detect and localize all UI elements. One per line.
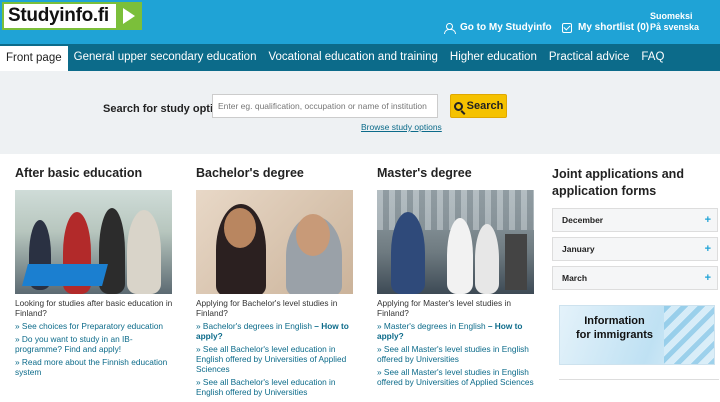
students-photo bbox=[15, 190, 172, 294]
nav-front-page[interactable]: Front page bbox=[0, 44, 68, 71]
link-bachelors-uas[interactable]: » See all Bachelor's level education in … bbox=[196, 344, 356, 374]
my-shortlist-link[interactable]: My shortlist (0) bbox=[562, 22, 649, 33]
link-bachelors-english[interactable]: » Bachelor's degrees in English bbox=[196, 321, 312, 331]
search-section: Search for study options Search Browse s… bbox=[0, 71, 720, 154]
accordion-label: January bbox=[562, 244, 595, 254]
lab-photo bbox=[377, 190, 534, 294]
bachelor-degrees-line: » Bachelor's degrees in English – How to… bbox=[196, 321, 356, 341]
site-header: Studyinfo.fi Go to My Studyinfo My short… bbox=[0, 0, 720, 44]
column-masters: Master's degree Applying for Master's le… bbox=[377, 154, 537, 387]
banner-line-1: Information bbox=[584, 315, 645, 327]
nav-higher-education[interactable]: Higher education bbox=[444, 44, 543, 71]
person-icon bbox=[444, 22, 456, 34]
my-shortlist-label: My shortlist (0) bbox=[578, 22, 650, 33]
accordion-january[interactable]: January + bbox=[552, 237, 718, 261]
lang-svenska-link[interactable]: På svenska bbox=[650, 22, 699, 32]
link-finnish-education-system[interactable]: » Read more about the Finnish education … bbox=[15, 357, 175, 377]
applications-title: Joint applications and application forms bbox=[552, 167, 684, 198]
search-icon bbox=[453, 101, 463, 111]
lang-suomeksi-link[interactable]: Suomeksi bbox=[650, 11, 693, 21]
studyinfo-logo[interactable]: Studyinfo.fi bbox=[2, 2, 142, 30]
plus-icon: + bbox=[704, 214, 711, 226]
banner-text: Information for immigrants bbox=[572, 314, 657, 342]
column-intro: Applying for Master's level studies in F… bbox=[377, 298, 511, 318]
my-studyinfo-link[interactable]: Go to My Studyinfo bbox=[444, 22, 552, 34]
column-title: Bachelor's degree bbox=[196, 166, 304, 180]
column-after-basic: After basic education Looking for studie… bbox=[15, 154, 175, 377]
link-ib-programme[interactable]: » Do you want to study in an IB-programm… bbox=[15, 334, 175, 354]
accordion-december[interactable]: December + bbox=[552, 208, 718, 232]
my-studyinfo-label: Go to My Studyinfo bbox=[460, 22, 552, 33]
main-nav: Front page General upper secondary educa… bbox=[0, 44, 720, 71]
banner-decoration bbox=[664, 306, 714, 364]
browse-study-options-link[interactable]: Browse study options bbox=[361, 122, 442, 132]
search-button[interactable]: Search bbox=[450, 94, 507, 118]
link-preparatory-education[interactable]: » See choices for Preparatory education bbox=[15, 321, 175, 331]
nav-vocational[interactable]: Vocational education and training bbox=[262, 44, 443, 71]
logo-text: Studyinfo.fi bbox=[8, 5, 109, 26]
nav-practical-advice[interactable]: Practical advice bbox=[543, 44, 636, 71]
column-title: After basic education bbox=[15, 166, 143, 180]
column-intro: Applying for Bachelor's level studies in… bbox=[196, 298, 338, 318]
accordion-march[interactable]: March + bbox=[552, 266, 718, 290]
accordion-label: March bbox=[562, 273, 588, 283]
link-masters-universities[interactable]: » See all Master's level studies in Engl… bbox=[377, 344, 537, 364]
check-icon bbox=[562, 22, 572, 33]
plus-icon: + bbox=[704, 243, 711, 255]
logo-arrow-icon bbox=[116, 4, 140, 28]
master-degrees-line: » Master's degrees in English – How to a… bbox=[377, 321, 537, 341]
link-masters-uas[interactable]: » See all Master's level studies in Engl… bbox=[377, 367, 537, 387]
banner-line-2: for immigrants bbox=[575, 329, 653, 341]
bachelor-students-photo bbox=[196, 190, 353, 294]
joint-applications-panel: Joint applications and application forms… bbox=[552, 154, 720, 380]
column-title: Master's degree bbox=[377, 166, 472, 180]
column-intro: Looking for studies after basic educatio… bbox=[15, 298, 173, 318]
nav-faq[interactable]: FAQ bbox=[635, 44, 670, 71]
search-button-label: Search bbox=[466, 100, 504, 112]
search-input[interactable] bbox=[212, 94, 438, 118]
accordion-label: December bbox=[562, 215, 604, 225]
column-bachelors: Bachelor's degree Applying for Bachelor'… bbox=[196, 154, 356, 397]
information-for-immigrants-banner[interactable]: Information for immigrants bbox=[559, 305, 715, 365]
link-masters-english[interactable]: » Master's degrees in English bbox=[377, 321, 486, 331]
nav-general-upper-secondary[interactable]: General upper secondary education bbox=[68, 44, 263, 71]
plus-icon: + bbox=[704, 272, 711, 284]
divider bbox=[559, 379, 719, 380]
link-bachelors-universities[interactable]: » See all Bachelor's level education in … bbox=[196, 377, 356, 397]
